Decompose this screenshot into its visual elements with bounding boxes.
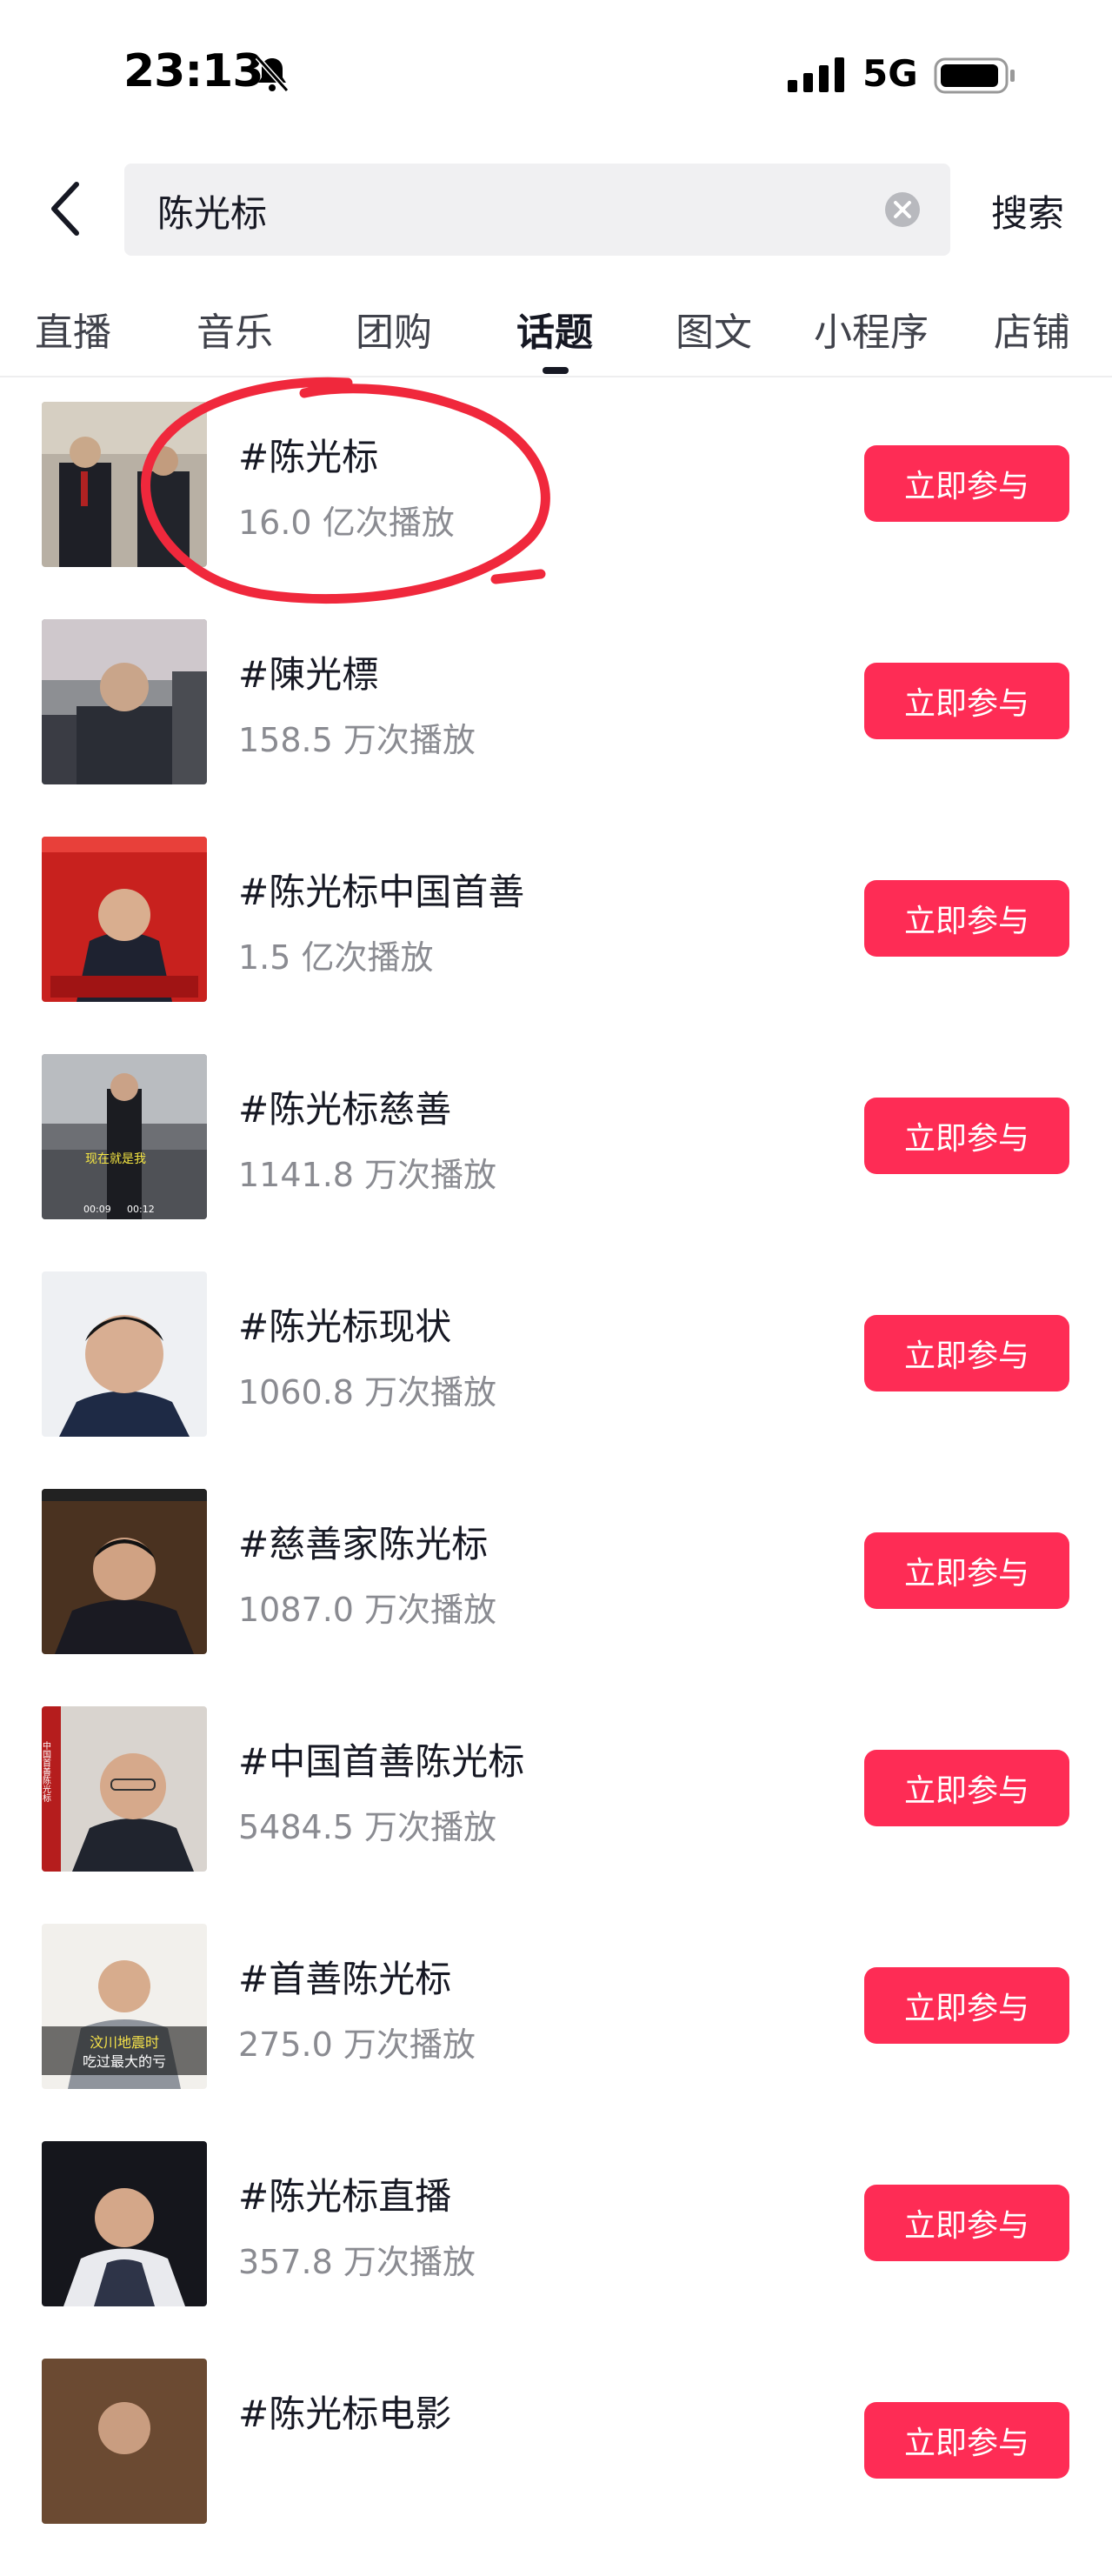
topic-title: #陳光標 <box>238 653 379 696</box>
thumb-caption: 吃过最大的亏 <box>83 2053 166 2070</box>
topic-title: #陈光标现状 <box>238 1305 452 1348</box>
topic-row[interactable]: 现在就是我 00:09 00:12 #陈光标慈善 1141.8 万次播放 立即参… <box>0 1054 1112 1271</box>
search-query[interactable]: 陈光标 <box>157 184 267 237</box>
tab-topics[interactable]: 话题 <box>516 301 593 357</box>
topic-row[interactable]: #陈光标中国首善 1.5 亿次播放 立即参与 <box>0 837 1112 1054</box>
tab-mini-programs[interactable]: 小程序 <box>814 301 929 357</box>
search-input[interactable]: 陈光标 <box>124 164 950 256</box>
topic-thumbnail <box>42 837 207 1002</box>
join-button[interactable]: 立即参与 <box>864 663 1069 739</box>
topic-thumbnail <box>42 1271 207 1437</box>
join-button[interactable]: 立即参与 <box>864 1315 1069 1391</box>
join-button[interactable]: 立即参与 <box>864 1750 1069 1826</box>
topic-thumbnail: 现在就是我 00:09 00:12 <box>42 1054 207 1219</box>
battery-icon <box>934 57 1015 94</box>
topic-play-count: 357.8 万次播放 <box>238 2243 476 2281</box>
topic-row[interactable]: #陳光標 158.5 万次播放 立即参与 <box>0 619 1112 837</box>
topic-play-count: 1087.0 万次播放 <box>238 1591 497 1629</box>
clear-icon[interactable] <box>884 191 921 228</box>
thumb-timestamp: 00:12 <box>127 1204 155 1215</box>
topic-thumbnail <box>42 2141 207 2306</box>
search-button[interactable]: 搜索 <box>991 184 1064 237</box>
topic-title: #陈光标中国首善 <box>238 871 525 913</box>
topic-row[interactable]: 中国首善陈光标 #中国首善陈光标 5484.5 万次播放 立即参与 <box>0 1706 1112 1924</box>
topic-title: #中国首善陈光标 <box>238 1740 525 1783</box>
topic-row[interactable]: 汶川地震时 吃过最大的亏 #首善陈光标 275.0 万次播放 立即参与 <box>0 1924 1112 2141</box>
bell-muted-icon <box>255 55 290 93</box>
status-time: 23:13 <box>123 45 264 97</box>
join-button[interactable]: 立即参与 <box>864 2402 1069 2479</box>
join-button[interactable]: 立即参与 <box>864 1967 1069 2044</box>
join-button[interactable]: 立即参与 <box>864 445 1069 522</box>
topic-title: #慈善家陈光标 <box>238 1523 489 1565</box>
join-button[interactable]: 立即参与 <box>864 880 1069 957</box>
topic-thumbnail <box>42 2359 207 2524</box>
topic-play-count: 1.5 亿次播放 <box>238 938 434 977</box>
signal-icon <box>788 57 844 92</box>
topic-thumbnail: 汶川地震时 吃过最大的亏 <box>42 1924 207 2089</box>
network-type: 5G <box>862 52 918 95</box>
topic-thumbnail <box>42 1489 207 1654</box>
tab-image-text[interactable]: 图文 <box>676 301 752 357</box>
category-tabs: 直播 音乐 团购 话题 图文 小程序 店铺 <box>0 292 1112 376</box>
tab-group-buy[interactable]: 团购 <box>356 301 432 357</box>
topic-play-count: 1141.8 万次播放 <box>238 1156 497 1194</box>
topic-play-count: 5484.5 万次播放 <box>238 1808 497 1846</box>
thumb-caption: 现在就是我 <box>85 1152 146 1166</box>
topic-thumbnail <box>42 619 207 784</box>
topic-row[interactable]: #慈善家陈光标 1087.0 万次播放 立即参与 <box>0 1489 1112 1706</box>
tab-stores[interactable]: 店铺 <box>994 301 1070 357</box>
topic-row[interactable]: #陈光标现状 1060.8 万次播放 立即参与 <box>0 1271 1112 1489</box>
topic-play-count: 158.5 万次播放 <box>238 721 476 759</box>
topic-title: #首善陈光标 <box>238 1958 452 2000</box>
thumb-caption: 汶川地震时 <box>90 2034 159 2051</box>
join-button[interactable]: 立即参与 <box>864 1098 1069 1174</box>
topic-title: #陈光标慈善 <box>238 1088 452 1131</box>
thumb-timestamp: 00:09 <box>83 1204 111 1215</box>
topic-thumbnail: 中国首善陈光标 <box>42 1706 207 1872</box>
topic-play-count: 275.0 万次播放 <box>238 2025 476 2064</box>
annotation-circle <box>141 377 550 604</box>
join-button[interactable]: 立即参与 <box>864 2185 1069 2261</box>
tab-live[interactable]: 直播 <box>35 301 111 357</box>
topic-play-count: 1060.8 万次播放 <box>238 1373 497 1411</box>
topic-row[interactable]: #陈光标电影 立即参与 <box>0 2359 1112 2576</box>
status-bar: 23:13 5G <box>0 0 1112 148</box>
thumb-caption: 中国首善陈光标 <box>42 1740 51 1803</box>
tab-music[interactable]: 音乐 <box>196 301 273 357</box>
topic-title: #陈光标直播 <box>238 2175 452 2218</box>
topic-title: #陈光标电影 <box>238 2392 452 2435</box>
back-arrow-icon[interactable] <box>42 174 94 244</box>
join-button[interactable]: 立即参与 <box>864 1532 1069 1609</box>
topic-row[interactable]: #陈光标直播 357.8 万次播放 立即参与 <box>0 2141 1112 2359</box>
